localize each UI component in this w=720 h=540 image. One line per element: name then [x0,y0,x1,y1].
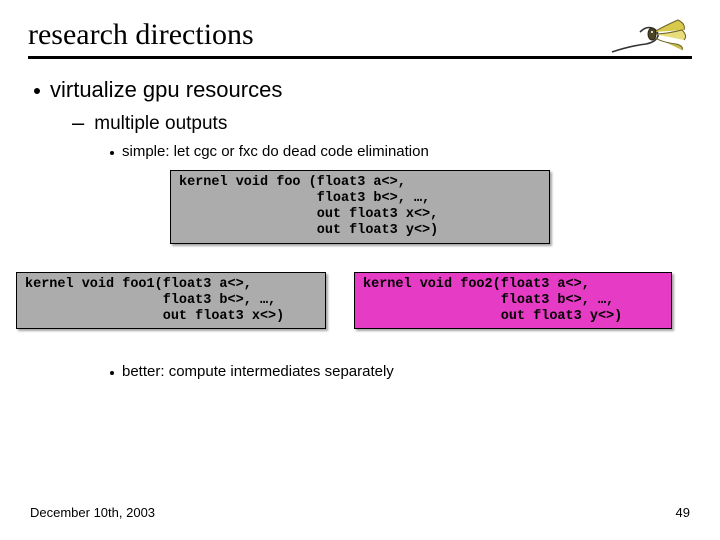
bullet-text: better: compute intermediates separately [122,363,394,380]
bullet-dot-icon [110,371,114,375]
title-divider [28,56,692,59]
bullet-dot-icon [34,88,40,94]
footer-page-number: 49 [676,505,690,520]
bullet-level3-simple: simple: let cgc or fxc do dead code elim… [110,143,692,160]
code-block-foo2: kernel void foo2(float3 a<>, float3 b<>,… [354,272,672,330]
feathered-lure-icon [610,12,698,68]
bullet-text: simple: let cgc or fxc do dead code elim… [122,143,429,160]
footer-date: December 10th, 2003 [30,505,155,520]
code-block-row: kernel void foo1(float3 a<>, float3 b<>,… [28,272,692,330]
bullet-level2: – multiple outputs [72,113,692,135]
code-block-top-wrap: kernel void foo (float3 a<>, float3 b<>,… [28,170,692,244]
code-block-foo: kernel void foo (float3 a<>, float3 b<>,… [170,170,550,244]
code-block-foo1: kernel void foo1(float3 a<>, float3 b<>,… [16,272,326,330]
bullet-level1: virtualize gpu resources [34,77,692,103]
bullet-text: multiple outputs [94,113,227,135]
slide: research directions virtualize gpu resou… [0,0,720,540]
bullet-text: virtualize gpu resources [50,77,282,103]
bullet-dot-icon [110,151,114,155]
title-row: research directions [28,18,692,59]
bullet-level3-better: better: compute intermediates separately [110,363,692,380]
bullet-dash-icon: – [72,113,84,132]
bullet-list: virtualize gpu resources – multiple outp… [28,77,692,380]
slide-title: research directions [28,18,692,52]
